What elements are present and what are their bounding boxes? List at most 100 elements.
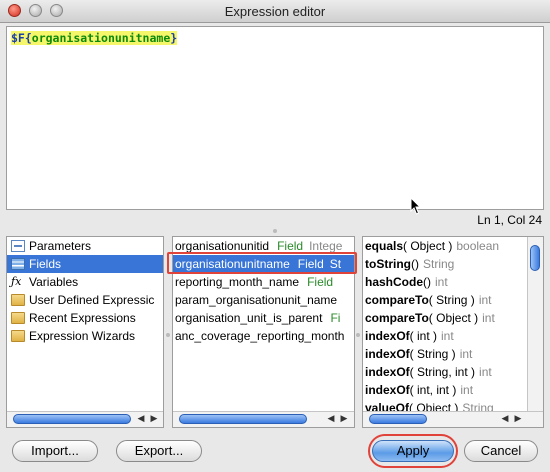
scroll-right-arrow-icon[interactable]: ▶ [148, 413, 160, 424]
method-args: ( Object ) [428, 311, 479, 325]
category-label: Recent Expressions [29, 311, 136, 325]
method-args: () [411, 257, 419, 271]
method-scroll-thumb[interactable] [369, 414, 427, 424]
method-args: ( String ) [428, 293, 475, 307]
field-selection-highlight-annotation [167, 252, 357, 274]
category-horizontal-scrollbar[interactable]: ◀ ▶ [7, 411, 163, 427]
method-args: ( int ) [409, 329, 438, 343]
expression-text: $F{organisationunitname} [11, 31, 178, 45]
method-args: () [423, 275, 432, 289]
field-item[interactable]: organisation_unit_is_parent Fi [173, 309, 354, 327]
method-name: indexOf [365, 365, 410, 379]
field-scroll-thumb[interactable] [179, 414, 307, 424]
category-label: Parameters [29, 239, 92, 253]
field-name: reporting_month_name [175, 275, 300, 289]
folder-icon [11, 312, 25, 324]
method-return-type: String [423, 257, 455, 271]
splitter-handle-icon[interactable] [273, 229, 277, 233]
method-return-type: int [478, 293, 492, 307]
expression-text-area[interactable]: $F{organisationunitname} [6, 26, 544, 210]
method-name: compareTo [365, 311, 429, 325]
field-item[interactable]: reporting_month_name Field [173, 273, 354, 291]
field-kind: Field [277, 239, 304, 253]
method-item[interactable]: equals( Object ) boolean [363, 237, 528, 255]
method-name: equals [365, 239, 404, 253]
cursor-position-label: Ln 1, Col 24 [477, 213, 542, 227]
fields-icon [11, 258, 25, 270]
field-type: Intege [309, 239, 343, 253]
field-kind: Field [307, 275, 334, 289]
field-horizontal-scrollbar[interactable]: ◀ ▶ [173, 411, 354, 427]
fx-icon: ƒx [11, 275, 22, 288]
parameters-icon [11, 240, 25, 252]
scroll-right-arrow-icon[interactable]: ▶ [512, 413, 524, 424]
export-button[interactable]: Export... [116, 440, 202, 462]
field-item[interactable]: anc_coverage_reporting_month [173, 327, 354, 345]
category-scroll-thumb[interactable] [13, 414, 131, 424]
window-title: Expression editor [224, 4, 326, 19]
field-kind: Fi [330, 311, 341, 325]
expression-prefix: $F{ [11, 31, 32, 45]
field-item[interactable]: param_organisationunit_name [173, 291, 354, 309]
method-vertical-scrollbar[interactable] [527, 237, 543, 412]
method-return-type: int [482, 311, 495, 325]
category-item[interactable]: Expression Wizards [7, 327, 163, 345]
scroll-right-arrow-icon[interactable]: ▶ [338, 413, 350, 424]
method-item[interactable]: compareTo( String ) int [363, 291, 528, 309]
scroll-left-arrow-icon[interactable]: ◀ [135, 413, 147, 424]
method-item[interactable]: hashCode() int [363, 273, 528, 291]
method-name: indexOf [365, 329, 410, 343]
method-item[interactable]: toString() String [363, 255, 528, 273]
method-name: compareTo [365, 293, 429, 307]
scroll-left-arrow-icon[interactable]: ◀ [325, 413, 337, 424]
expression-suffix: } [170, 31, 178, 45]
title-bar: Expression editor [0, 0, 550, 23]
folder-icon [11, 294, 25, 306]
category-item[interactable]: Parameters [7, 237, 163, 255]
method-vertical-scroll-thumb[interactable] [530, 245, 540, 271]
method-item[interactable]: indexOf( String ) int [363, 345, 528, 363]
field-name: organisation_unit_is_parent [175, 311, 323, 325]
method-name: indexOf [365, 347, 410, 361]
category-item[interactable]: Recent Expressions [7, 309, 163, 327]
category-label: Expression Wizards [29, 329, 136, 343]
category-label: Variables [29, 275, 79, 289]
apply-highlight-annotation [368, 434, 458, 468]
splitter-handle-icon[interactable] [356, 333, 360, 337]
method-item[interactable]: indexOf( String, int ) int [363, 363, 528, 381]
method-return-type: int [479, 365, 492, 379]
splitter-handle-icon[interactable] [166, 333, 170, 337]
import-button[interactable]: Import... [12, 440, 98, 462]
method-return-type: int [459, 347, 473, 361]
field-name: anc_coverage_reporting_month [175, 329, 345, 343]
method-horizontal-scrollbar[interactable]: ◀ ▶ [363, 411, 543, 427]
method-return-type: int [460, 383, 474, 397]
cancel-button[interactable]: Cancel [464, 440, 538, 462]
category-item[interactable]: Fields [7, 255, 163, 273]
folder-icon [11, 330, 25, 342]
method-args: ( String ) [409, 347, 456, 361]
method-name: hashCode [365, 275, 424, 289]
field-name: param_organisationunit_name [175, 293, 338, 307]
method-return-type: int [435, 275, 448, 289]
category-item[interactable]: ƒx Variables [7, 273, 163, 291]
mouse-pointer-icon [410, 197, 422, 215]
method-return-type: int [441, 329, 454, 343]
method-args: ( String, int ) [409, 365, 476, 379]
method-list[interactable]: equals( Object ) boolean toString() String h… [362, 236, 544, 428]
method-name: toString [365, 257, 411, 271]
category-item[interactable]: User Defined Expressic [7, 291, 163, 309]
scroll-left-arrow-icon[interactable]: ◀ [499, 413, 511, 424]
method-name: indexOf [365, 383, 410, 397]
method-return-type: boolean [456, 239, 500, 253]
expression-field-token: organisationunitname [31, 31, 171, 45]
method-item[interactable]: indexOf( int ) int [363, 327, 528, 345]
category-list[interactable]: Parameters Fields ƒx Variables User Defined … [6, 236, 164, 428]
category-label: Fields [29, 257, 62, 271]
method-args: ( Object ) [403, 239, 453, 253]
method-item[interactable]: indexOf( int, int ) int [363, 381, 528, 399]
method-args: ( int, int ) [409, 383, 457, 397]
field-name: organisationunitid [175, 239, 270, 253]
category-label: User Defined Expressic [29, 293, 155, 307]
method-item[interactable]: compareTo( Object ) int [363, 309, 528, 327]
